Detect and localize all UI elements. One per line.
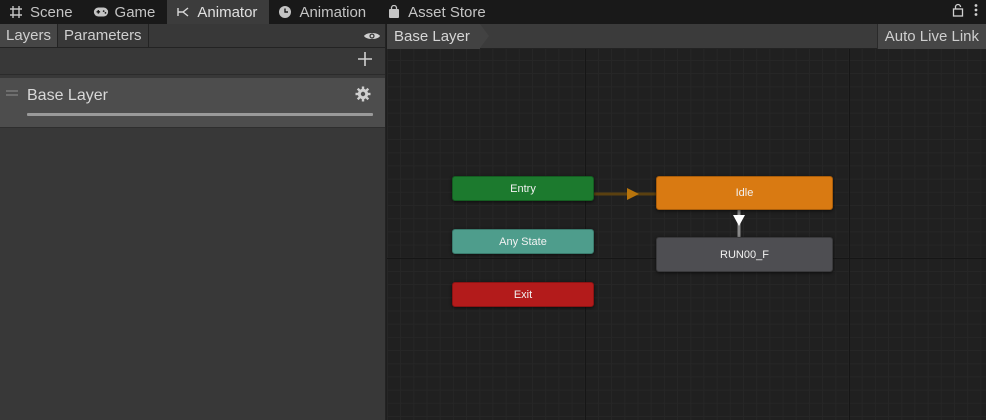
layers-toolbar (0, 48, 385, 75)
tab-scene-label: Scene (30, 3, 73, 21)
breadcrumb-arrow (479, 24, 489, 48)
drag-handle-icon[interactable] (6, 90, 18, 96)
state-entry[interactable]: Entry (452, 176, 594, 201)
state-machine-graph[interactable] (387, 24, 986, 420)
layer-name: Base Layer (27, 87, 108, 104)
state-exit[interactable]: Exit (452, 282, 594, 307)
plus-icon (358, 51, 372, 66)
eye-icon[interactable] (359, 24, 385, 47)
grid-icon (8, 4, 24, 20)
breadcrumb[interactable]: Base Layer (387, 23, 480, 49)
layer-item-base-layer[interactable]: Base Layer (0, 78, 385, 128)
lock-icon[interactable] (952, 3, 964, 22)
bag-icon (386, 4, 402, 20)
window-controls (952, 0, 986, 24)
layers-panel-tabs: Layers Parameters (0, 24, 385, 48)
animator-icon (175, 4, 191, 20)
tab-game[interactable]: Game (85, 0, 168, 24)
layer-weight-slider[interactable] (27, 113, 373, 116)
gear-icon[interactable] (355, 86, 371, 102)
state-idle[interactable]: Idle (656, 176, 833, 210)
state-run00-f[interactable]: RUN00_F (656, 237, 833, 272)
tab-animation[interactable]: Animation (269, 0, 378, 24)
tab-game-label: Game (114, 3, 156, 21)
state-any-state[interactable]: Any State (452, 229, 594, 254)
graph-toolbar: Base Layer Auto Live Link (387, 23, 986, 49)
clock-icon (277, 4, 293, 20)
tab-parameters[interactable]: Parameters (58, 24, 149, 47)
tab-animation-label: Animation (299, 3, 367, 21)
tab-animator-label: Animator (197, 3, 258, 21)
layers-panel: Layers Parameters Base Layer (0, 24, 386, 420)
add-layer-button[interactable] (357, 51, 373, 72)
tab-asset-store-label: Asset Store (408, 3, 486, 21)
tab-asset-store[interactable]: Asset Store (378, 0, 498, 24)
tab-scene[interactable]: Scene (0, 0, 85, 24)
layers-panel-empty-area (0, 132, 385, 420)
auto-live-link-button[interactable]: Auto Live Link (876, 23, 986, 49)
tab-animator[interactable]: Animator (167, 0, 270, 24)
gamepad-icon (93, 4, 109, 20)
tab-layers[interactable]: Layers (0, 24, 59, 47)
editor-tab-bar: Scene Game Animator Animation Asset Stor… (0, 0, 986, 24)
more-options-icon[interactable] (974, 3, 978, 22)
